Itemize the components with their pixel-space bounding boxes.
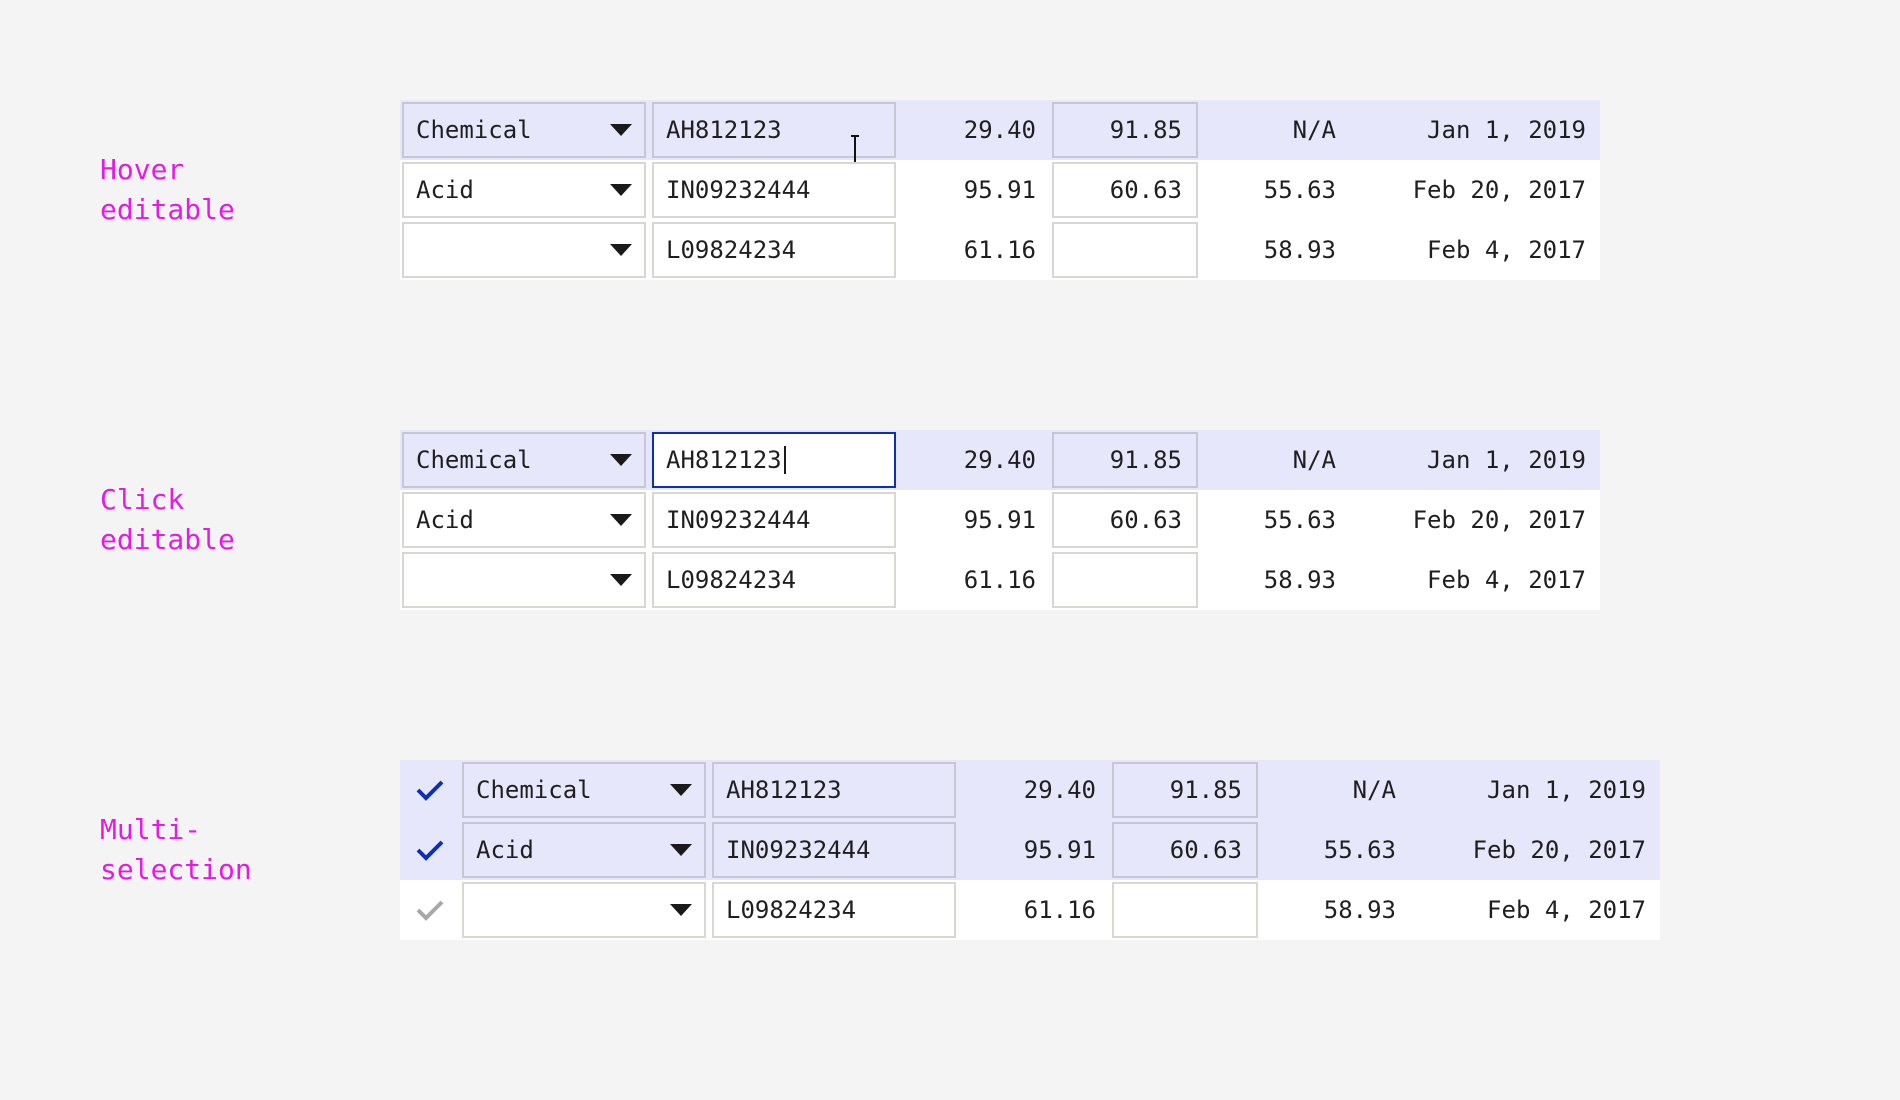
table-row[interactable]: L09824234 61.16 58.93 Feb 4, 2017: [400, 880, 1660, 940]
value3-cell: N/A: [1292, 446, 1336, 474]
chevron-down-icon[interactable]: [670, 784, 692, 796]
category-dropdown[interactable]: [462, 882, 706, 938]
chevron-down-icon[interactable]: [610, 124, 632, 136]
value3-cell: 58.93: [1323, 896, 1396, 924]
category-value: Acid: [416, 506, 474, 534]
value2-field[interactable]: 60.63: [1052, 162, 1198, 218]
chevron-down-icon[interactable]: [610, 454, 632, 466]
value2-field[interactable]: 60.63: [1112, 822, 1258, 878]
category-dropdown[interactable]: Acid: [402, 162, 646, 218]
value3-cell: 58.93: [1263, 236, 1336, 264]
chevron-down-icon[interactable]: [610, 184, 632, 196]
category-value: Chemical: [416, 116, 532, 144]
category-value: Chemical: [476, 776, 592, 804]
date-cell: Feb 4, 2017: [1427, 236, 1586, 264]
table-row[interactable]: Acid IN09232444 95.91 60.63 55.63 Feb 20…: [400, 160, 1600, 220]
table-row-selected[interactable]: Chemical AH812123 29.40 91.85 N/A Jan 1,…: [400, 760, 1660, 820]
section-label-multi-selection: Multi- selection: [100, 813, 252, 886]
value2-field[interactable]: 60.63: [1052, 492, 1198, 548]
value1-cell: 61.16: [1023, 896, 1096, 924]
category-dropdown[interactable]: Chemical: [462, 762, 706, 818]
check-icon[interactable]: [400, 882, 460, 938]
value1-cell: 61.16: [963, 236, 1036, 264]
code-field[interactable]: L09824234: [652, 552, 896, 608]
value2-field[interactable]: 91.85: [1052, 102, 1198, 158]
value1-cell: 29.40: [1023, 776, 1096, 804]
value3-cell: N/A: [1292, 116, 1336, 144]
code-field[interactable]: IN09232444: [712, 822, 956, 878]
table-row[interactable]: L09824234 61.16 58.93 Feb 4, 2017: [400, 220, 1600, 280]
category-dropdown[interactable]: [402, 552, 646, 608]
value3-cell: 58.93: [1263, 566, 1336, 594]
category-dropdown[interactable]: Chemical: [402, 432, 646, 488]
table-row-selected[interactable]: Acid IN09232444 95.91 60.63 55.63 Feb 20…: [400, 820, 1660, 880]
code-value: L09824234: [666, 566, 797, 594]
code-field[interactable]: AH812123: [712, 762, 956, 818]
code-field[interactable]: L09824234: [652, 222, 896, 278]
value3-cell: N/A: [1352, 776, 1396, 804]
value1-cell: 29.40: [963, 116, 1036, 144]
code-value: IN09232444: [666, 506, 811, 534]
value2-field[interactable]: 91.85: [1112, 762, 1258, 818]
value1-cell: 95.91: [963, 176, 1036, 204]
category-dropdown[interactable]: Acid: [402, 492, 646, 548]
date-cell: Jan 1, 2019: [1427, 116, 1586, 144]
value2-field[interactable]: [1052, 222, 1198, 278]
value1-cell: 95.91: [1023, 836, 1096, 864]
table-row[interactable]: Chemical AH812123 29.40 91.85 N/A Jan 1,…: [400, 430, 1600, 490]
code-field[interactable]: IN09232444: [652, 492, 896, 548]
code-value: IN09232444: [726, 836, 871, 864]
code-value: AH812123: [666, 446, 782, 474]
value2-field[interactable]: [1052, 552, 1198, 608]
value2-field[interactable]: 91.85: [1052, 432, 1198, 488]
table-row[interactable]: Chemical AH812123 29.40 91.85 N/A Jan 1,…: [400, 100, 1600, 175]
table-row[interactable]: Acid IN09232444 95.91 60.63 55.63 Feb 20…: [400, 490, 1600, 550]
category-value: Chemical: [416, 446, 532, 474]
value1-cell: 29.40: [963, 446, 1036, 474]
value1-cell: 61.16: [963, 566, 1036, 594]
code-field[interactable]: L09824234: [712, 882, 956, 938]
click-editable-table: Chemical AH812123 29.40 91.85 N/A Jan 1,…: [400, 430, 1600, 610]
category-value: Acid: [416, 176, 474, 204]
chevron-down-icon[interactable]: [610, 514, 632, 526]
code-value: AH812123: [726, 776, 842, 804]
chevron-down-icon[interactable]: [670, 844, 692, 856]
chevron-down-icon[interactable]: [670, 904, 692, 916]
code-value: L09824234: [666, 236, 797, 264]
date-cell: Feb 20, 2017: [1412, 506, 1586, 534]
chevron-down-icon[interactable]: [610, 574, 632, 586]
value3-cell: 55.63: [1263, 176, 1336, 204]
text-caret: [783, 446, 786, 474]
code-value: L09824234: [726, 896, 857, 924]
hover-editable-table: Chemical AH812123 29.40 91.85 N/A Jan 1,…: [400, 100, 1600, 280]
value2-field[interactable]: [1112, 882, 1258, 938]
category-value: Acid: [476, 836, 534, 864]
category-dropdown[interactable]: [402, 222, 646, 278]
code-field[interactable]: IN09232444: [652, 162, 896, 218]
code-field[interactable]: AH812123: [652, 102, 896, 175]
date-cell: Feb 20, 2017: [1412, 176, 1586, 204]
value3-cell: 55.63: [1323, 836, 1396, 864]
date-cell: Feb 20, 2017: [1472, 836, 1646, 864]
code-value: AH812123: [666, 116, 782, 144]
date-cell: Feb 4, 2017: [1427, 566, 1586, 594]
table-row[interactable]: L09824234 61.16 58.93 Feb 4, 2017: [400, 550, 1600, 610]
date-cell: Jan 1, 2019: [1487, 776, 1646, 804]
check-icon[interactable]: [400, 762, 460, 818]
section-label-hover-editable: Hover editable: [100, 153, 235, 226]
date-cell: Jan 1, 2019: [1427, 446, 1586, 474]
code-value: IN09232444: [666, 176, 811, 204]
check-icon[interactable]: [400, 822, 460, 878]
value3-cell: 55.63: [1263, 506, 1336, 534]
category-dropdown[interactable]: Acid: [462, 822, 706, 878]
date-cell: Feb 4, 2017: [1487, 896, 1646, 924]
chevron-down-icon[interactable]: [610, 244, 632, 256]
value1-cell: 95.91: [963, 506, 1036, 534]
category-dropdown[interactable]: Chemical: [402, 102, 646, 158]
multi-selection-table: Chemical AH812123 29.40 91.85 N/A Jan 1,…: [400, 760, 1660, 940]
section-label-click-editable: Click editable: [100, 483, 235, 556]
code-field-focused[interactable]: AH812123: [652, 432, 896, 488]
